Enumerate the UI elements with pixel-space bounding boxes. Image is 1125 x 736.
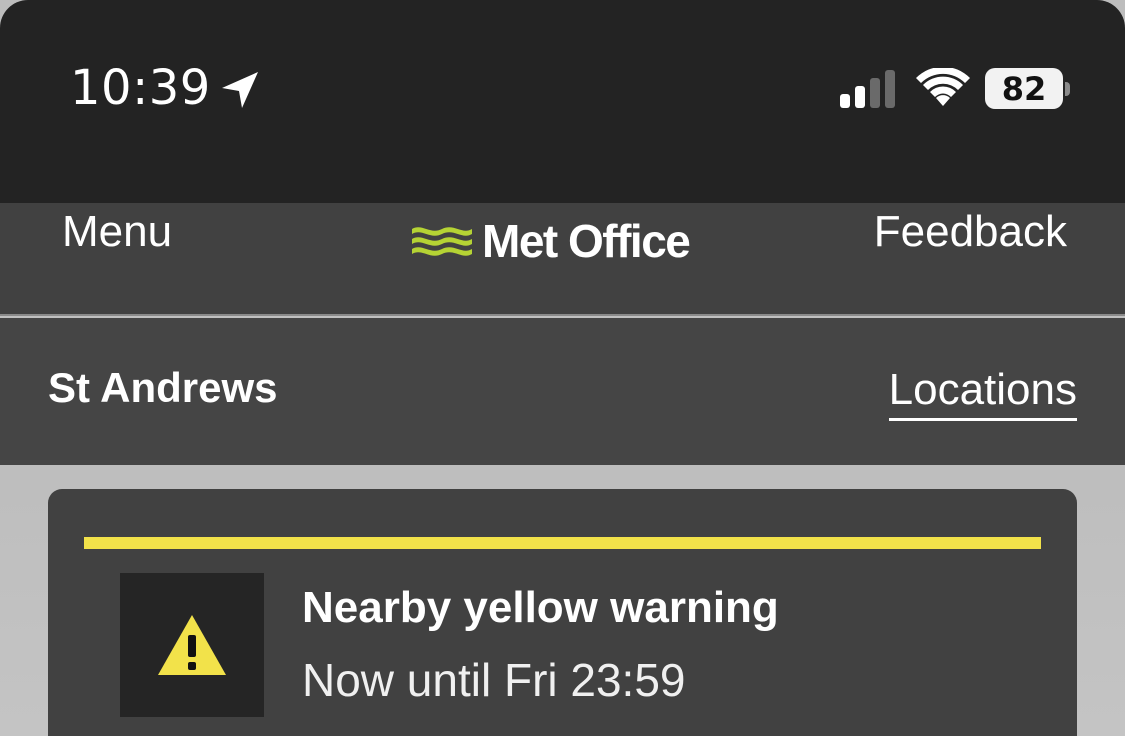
cellular-signal-icon <box>840 70 895 108</box>
app-screen: 10:39 82 Menu Met Office Feedback St And… <box>0 0 1125 736</box>
feedback-button[interactable]: Feedback <box>874 207 1067 257</box>
battery-level: 82 <box>1001 69 1047 108</box>
warning-level-stripe <box>84 537 1041 549</box>
warning-icon-box <box>120 573 264 717</box>
warning-period: Now until Fri 23:59 <box>302 654 686 706</box>
logo-text: Met Office <box>482 215 691 267</box>
wifi-icon <box>916 68 970 106</box>
warning-triangle-icon <box>158 615 226 675</box>
location-arrow-icon <box>222 72 258 108</box>
met-office-waves-icon <box>412 227 472 256</box>
met-office-logo[interactable]: Met Office <box>410 211 691 271</box>
warning-title: Nearby yellow warning <box>302 583 779 632</box>
battery-nub <box>1065 82 1070 96</box>
locations-link[interactable]: Locations <box>888 364 1077 421</box>
current-location-name: St Andrews <box>48 364 278 411</box>
status-bar: 10:39 82 <box>0 0 1125 203</box>
battery-icon: 82 <box>985 68 1063 109</box>
warning-card[interactable]: Nearby yellow warning Now until Fri 23:5… <box>48 489 1077 736</box>
status-time: 10:39 <box>70 60 211 116</box>
location-bar: St Andrews Locations <box>0 318 1125 465</box>
menu-button[interactable]: Menu <box>62 207 172 257</box>
app-header: Menu Met Office Feedback <box>0 203 1125 316</box>
